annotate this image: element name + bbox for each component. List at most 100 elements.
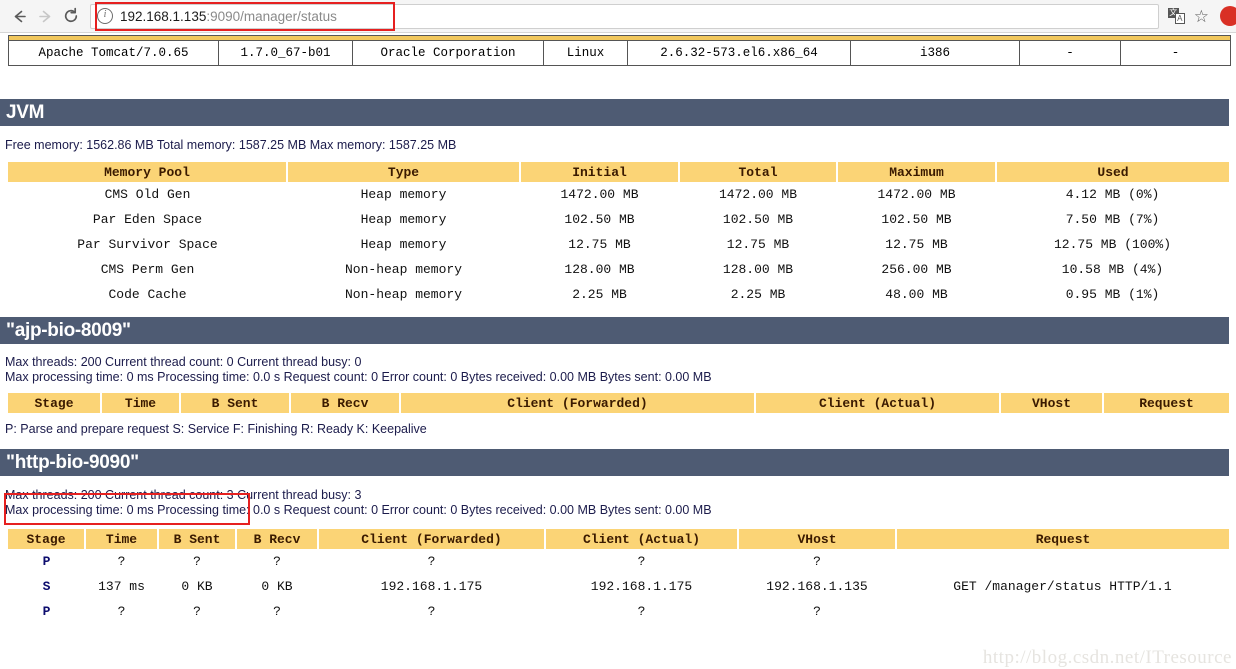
- request-client-forwarded: ?: [318, 549, 545, 574]
- section-header-ajp-connector: "ajp-bio-8009": [0, 317, 1229, 344]
- table-header-row: Stage Time B Sent B Recv Client (Forward…: [8, 529, 1229, 549]
- request-stage: P: [8, 599, 85, 624]
- memory-pool-used: 10.58 MB (4%): [996, 257, 1229, 282]
- server-info-table: Apache Tomcat/7.0.65 1.7.0_67-b01 Oracle…: [8, 35, 1231, 66]
- column-header-b-recv: B Recv: [236, 529, 319, 549]
- request-bytes-recv: ?: [236, 599, 318, 624]
- memory-pool-type: Heap memory: [287, 182, 520, 207]
- memory-pool-name: CMS Perm Gen: [8, 257, 287, 282]
- table-row: CMS Perm Gen Non-heap memory 128.00 MB 1…: [8, 257, 1229, 282]
- server-info-cell: -: [1120, 40, 1231, 66]
- url-host-text: 192.168.1.135: [120, 8, 207, 24]
- memory-pool-name: Par Survivor Space: [8, 232, 287, 257]
- column-header-type: Type: [287, 162, 521, 182]
- request-client-actual: ?: [545, 549, 738, 574]
- column-header-time: Time: [85, 529, 159, 549]
- column-header-b-sent: B Sent: [158, 529, 237, 549]
- profile-avatar[interactable]: [1220, 6, 1236, 26]
- column-header-stage: Stage: [8, 529, 86, 549]
- column-header-client-forwarded: Client (Forwarded): [318, 529, 546, 549]
- back-button[interactable]: [6, 3, 32, 29]
- table-row: CMS Old Gen Heap memory 1472.00 MB 1472.…: [8, 182, 1229, 207]
- request-stage: S: [8, 574, 85, 599]
- server-info-cell: 2.6.32-573.el6.x86_64: [627, 40, 851, 66]
- watermark-text: http://blog.csdn.net/ITresource: [982, 647, 1232, 668]
- memory-pool-total: 12.75 MB: [679, 232, 837, 257]
- request-time: ?: [85, 549, 158, 574]
- server-info-cell: Apache Tomcat/7.0.65: [8, 40, 219, 66]
- memory-pool-type: Heap memory: [287, 232, 520, 257]
- request-bytes-recv: ?: [236, 549, 318, 574]
- site-info-icon[interactable]: i: [97, 8, 113, 24]
- section-header-http-connector: "http-bio-9090": [0, 449, 1229, 476]
- section-header-jvm: JVM: [0, 99, 1229, 126]
- request-client-actual: ?: [545, 599, 738, 624]
- column-header-client-actual: Client (Actual): [755, 393, 1001, 413]
- server-info-cell: Linux: [543, 40, 628, 66]
- column-header-stage: Stage: [8, 393, 102, 413]
- request-client-forwarded: ?: [318, 599, 545, 624]
- translate-icon-glyph-latin: A: [1174, 13, 1185, 24]
- table-row: Apache Tomcat/7.0.65 1.7.0_67-b01 Oracle…: [8, 40, 1231, 66]
- column-header-memory-pool: Memory Pool: [8, 162, 288, 182]
- memory-pool-used: 12.75 MB (100%): [996, 232, 1229, 257]
- browser-toolbar: i 192.168.1.135:9090/manager/status 文 A …: [0, 0, 1236, 33]
- memory-pool-maximum: 256.00 MB: [837, 257, 996, 282]
- memory-pool-initial: 2.25 MB: [520, 282, 679, 307]
- server-info-cell: -: [1019, 40, 1121, 66]
- forward-button[interactable]: [32, 3, 58, 29]
- column-header-b-sent: B Sent: [180, 393, 291, 413]
- memory-pool-name: Par Eden Space: [8, 207, 287, 232]
- request-bytes-sent: ?: [158, 599, 236, 624]
- memory-pool-type: Non-heap memory: [287, 282, 520, 307]
- memory-pool-name: CMS Old Gen: [8, 182, 287, 207]
- memory-pool-total: 102.50 MB: [679, 207, 837, 232]
- request-time: ?: [85, 599, 158, 624]
- bookmark-star-icon[interactable]: ☆: [1194, 8, 1209, 25]
- request-line: [896, 599, 1229, 624]
- column-header-request: Request: [896, 529, 1229, 549]
- column-header-used: Used: [996, 162, 1229, 182]
- request-line: GET /manager/status HTTP/1.1: [896, 574, 1229, 599]
- jvm-memory-pool-table: Memory Pool Type Initial Total Maximum U…: [8, 162, 1229, 307]
- memory-pool-initial: 128.00 MB: [520, 257, 679, 282]
- column-header-maximum: Maximum: [837, 162, 997, 182]
- column-header-total: Total: [679, 162, 838, 182]
- reload-button[interactable]: [58, 3, 84, 29]
- column-header-client-actual: Client (Actual): [545, 529, 739, 549]
- request-vhost: ?: [738, 549, 896, 574]
- memory-pool-type: Non-heap memory: [287, 257, 520, 282]
- request-bytes-sent: ?: [158, 549, 236, 574]
- request-vhost: 192.168.1.135: [738, 574, 896, 599]
- request-stage: P: [8, 549, 85, 574]
- table-row: Code Cache Non-heap memory 2.25 MB 2.25 …: [8, 282, 1229, 307]
- translate-icon[interactable]: 文 A: [1167, 8, 1185, 24]
- table-row: P ? ? ? ? ? ?: [8, 549, 1229, 574]
- request-time: 137 ms: [85, 574, 158, 599]
- server-info-cell: Oracle Corporation: [352, 40, 544, 66]
- column-header-b-recv: B Recv: [290, 393, 401, 413]
- memory-pool-initial: 1472.00 MB: [520, 182, 679, 207]
- memory-pool-total: 1472.00 MB: [679, 182, 837, 207]
- table-row: P ? ? ? ? ? ?: [8, 599, 1229, 624]
- memory-pool-initial: 102.50 MB: [520, 207, 679, 232]
- table-header-row: Memory Pool Type Initial Total Maximum U…: [8, 162, 1229, 182]
- toolbar-actions: 文 A ☆: [1167, 6, 1236, 26]
- table-header-row: Stage Time B Sent B Recv Client (Forward…: [8, 393, 1229, 413]
- table-row: S 137 ms 0 KB 0 KB 192.168.1.175 192.168…: [8, 574, 1229, 599]
- column-header-vhost: VHost: [1000, 393, 1104, 413]
- memory-pool-maximum: 48.00 MB: [837, 282, 996, 307]
- tomcat-status-page: Apache Tomcat/7.0.65 1.7.0_67-b01 Oracle…: [0, 35, 1236, 668]
- memory-pool-maximum: 102.50 MB: [837, 207, 996, 232]
- ajp-stage-legend: P: Parse and prepare request S: Service …: [5, 422, 427, 436]
- memory-pool-name: Code Cache: [8, 282, 287, 307]
- request-vhost: ?: [738, 599, 896, 624]
- url-path-text: :9090/manager/status: [206, 8, 337, 24]
- request-bytes-recv: 0 KB: [236, 574, 318, 599]
- address-bar[interactable]: i 192.168.1.135:9090/manager/status: [90, 3, 1159, 29]
- table-row: Par Survivor Space Heap memory 12.75 MB …: [8, 232, 1229, 257]
- http-processing-line: Max processing time: 0 ms Processing tim…: [5, 503, 712, 517]
- column-header-vhost: VHost: [738, 529, 897, 549]
- request-bytes-sent: 0 KB: [158, 574, 236, 599]
- memory-pool-used: 4.12 MB (0%): [996, 182, 1229, 207]
